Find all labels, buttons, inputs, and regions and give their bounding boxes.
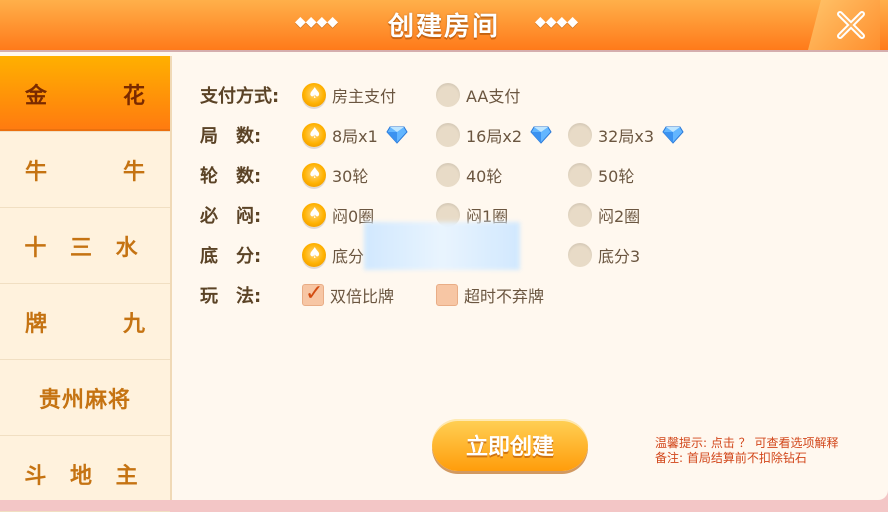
- timeout-no-fold-option[interactable]: 超时不弃牌: [436, 283, 544, 307]
- tips: 温馨提示: 点击 ？ 可查看选项解释 备注: 首局结算前不扣除钻石: [655, 436, 885, 466]
- sidebar-item-label: 九: [122, 311, 145, 337]
- sidebar-item-guizhou-mahjong[interactable]: 贵州麻将: [0, 360, 170, 436]
- turns-label: 轮 数:: [200, 166, 262, 187]
- sidebar-item-niuniu[interactable]: 牛 牛: [0, 132, 170, 208]
- title-decoration-right: ◆◆◆◆: [535, 14, 579, 30]
- base-1-option[interactable]: 底分: [302, 243, 364, 267]
- base-3-option[interactable]: 底分3: [568, 243, 640, 267]
- checkbox[interactable]: [436, 284, 458, 306]
- turns-30-option[interactable]: 30轮: [302, 163, 368, 187]
- room-options: 支付方式: 房主支付 AA支付 局 数: 8局x1 16局x2 32局x3: [200, 76, 880, 336]
- option-label: 16局x2: [466, 127, 523, 146]
- game-sidebar: 金 花 牛 牛 十 三 水 牌 九 贵州麻将 斗 地 主: [0, 56, 172, 512]
- sidebar-item-label: 十 三 水: [24, 235, 146, 261]
- rounds-32-option[interactable]: 32局x3: [568, 123, 684, 147]
- tip-line: 温馨提示: 点击 ？ 可查看选项解释: [655, 436, 839, 450]
- option-row-must-peek: 必 闷:: [200, 200, 292, 230]
- option-row-turns: 轮 数:: [200, 160, 292, 190]
- play-label: 玩 法:: [200, 286, 262, 307]
- radio[interactable]: [568, 163, 592, 187]
- sidebar-item-label: 金: [25, 83, 48, 109]
- sidebar-item-label: 贵州麻将: [38, 387, 131, 413]
- sidebar-item-shisanshui[interactable]: 十 三 水: [0, 208, 170, 284]
- peek-2-option[interactable]: 闷2圈: [568, 203, 640, 227]
- option-label: 底分: [332, 247, 365, 266]
- option-label: 40轮: [466, 167, 503, 186]
- sidebar-item-label: 牌: [25, 311, 48, 337]
- create-room-button[interactable]: 立即创建: [432, 419, 588, 471]
- sidebar-item-label: 斗 地 主: [24, 463, 146, 489]
- option-row-pay: 支付方式:: [200, 80, 292, 110]
- option-label: 超时不弃牌: [464, 287, 545, 306]
- pay-label: 支付方式:: [200, 86, 280, 107]
- must-peek-label: 必 闷:: [200, 206, 262, 227]
- option-row-rounds: 局 数:: [200, 120, 292, 150]
- radio-selected[interactable]: [302, 243, 326, 267]
- option-label: 房主支付: [332, 87, 397, 106]
- top-bar: ◆◆◆◆ 创建房间 ◆◆◆◆: [0, 0, 888, 50]
- option-label: AA支付: [466, 87, 521, 106]
- option-row-base: 底 分:: [200, 240, 292, 270]
- option-label: 32局x3: [598, 127, 655, 146]
- close-icon: [837, 11, 865, 39]
- radio-selected[interactable]: [302, 163, 326, 187]
- redacted-blur-region: [364, 222, 520, 270]
- sidebar-item-label: 花: [122, 83, 145, 109]
- sidebar-item-jinhua[interactable]: 金 花: [0, 56, 170, 132]
- radio[interactable]: [436, 123, 460, 147]
- rounds-8-option[interactable]: 8局x1: [302, 123, 408, 147]
- radio-selected[interactable]: [302, 203, 326, 227]
- radio[interactable]: [568, 243, 592, 267]
- diamond-icon: [386, 126, 408, 144]
- checkbox-checked[interactable]: [302, 281, 324, 306]
- option-label: 闷2圈: [598, 207, 641, 226]
- sidebar-item-label: 牛: [25, 159, 48, 185]
- option-label: 双倍比牌: [330, 287, 395, 306]
- diamond-icon: [662, 126, 684, 144]
- pay-aa-option[interactable]: AA支付: [436, 83, 520, 107]
- sidebar-item-paijiu[interactable]: 牌 九: [0, 284, 170, 360]
- option-row-play: 玩 法:: [200, 280, 292, 310]
- turns-40-option[interactable]: 40轮: [436, 163, 502, 187]
- radio[interactable]: [568, 123, 592, 147]
- radio[interactable]: [436, 163, 460, 187]
- note-line: 备注: 首局结算前不扣除钻石: [655, 451, 807, 465]
- radio-selected[interactable]: [302, 123, 326, 147]
- option-label: 50轮: [598, 167, 635, 186]
- pay-owner-option[interactable]: 房主支付: [302, 83, 396, 107]
- turns-50-option[interactable]: 50轮: [568, 163, 634, 187]
- option-label: 底分3: [598, 247, 641, 266]
- diamond-icon: [530, 126, 552, 144]
- page-title: 创建房间: [387, 12, 500, 42]
- base-label: 底 分:: [200, 246, 262, 267]
- radio-selected[interactable]: [302, 83, 326, 107]
- option-label: 30轮: [332, 167, 369, 186]
- radio[interactable]: [436, 83, 460, 107]
- double-compare-option[interactable]: 双倍比牌: [302, 281, 395, 307]
- sidebar-item-doudizhu[interactable]: 斗 地 主: [0, 436, 170, 512]
- option-label: 8局x1: [332, 127, 378, 146]
- rounds-16-option[interactable]: 16局x2: [436, 123, 552, 147]
- radio[interactable]: [568, 203, 592, 227]
- sidebar-item-label: 牛: [122, 159, 145, 185]
- rounds-label: 局 数:: [200, 126, 262, 147]
